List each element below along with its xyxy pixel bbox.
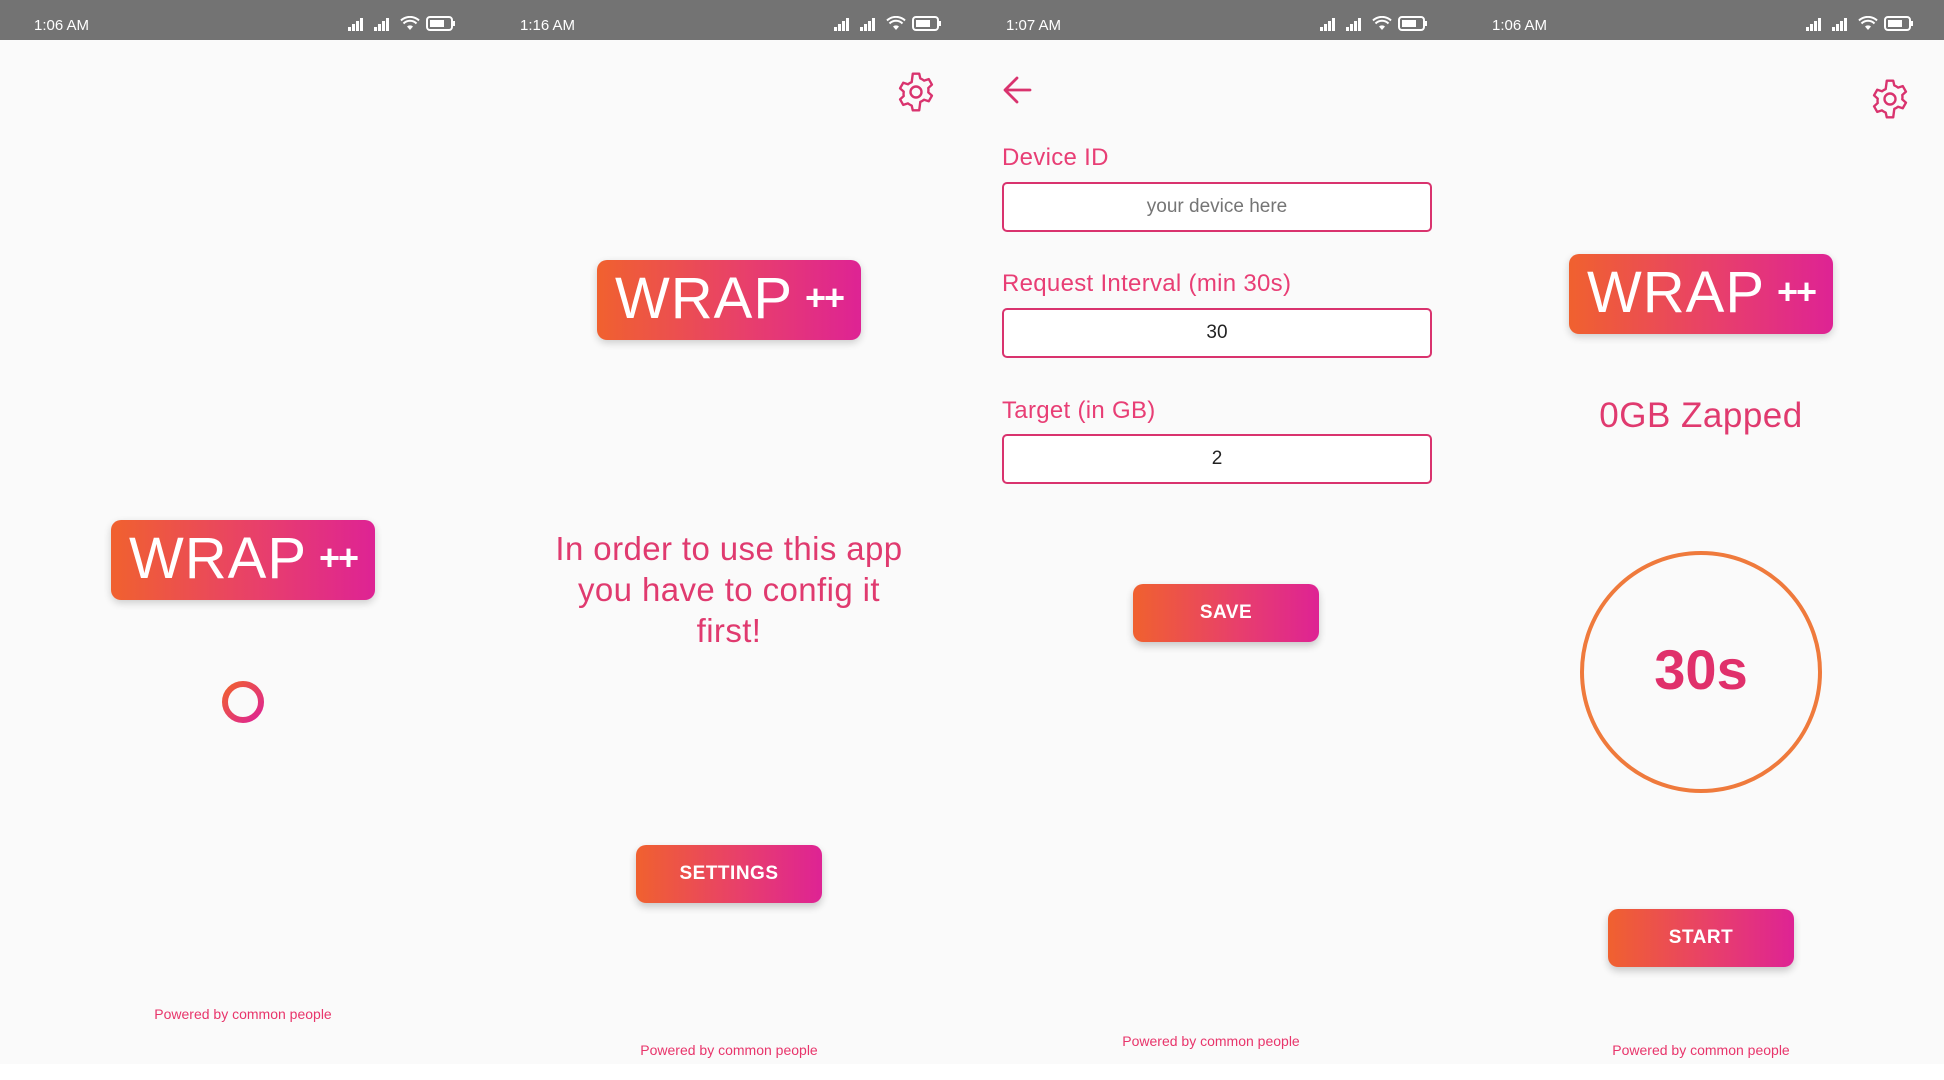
status-bar: 1:06 AM (0, 0, 486, 40)
bottom-band (0, 1064, 1944, 1080)
battery-icon (1884, 16, 1913, 31)
footer-credit: Powered by common people (1122, 1033, 1300, 1049)
logo-text: WRAP (615, 266, 793, 331)
loading-spinner (222, 681, 264, 723)
signal-icon (348, 17, 363, 31)
request-interval-label: Request Interval (min 30s) (1002, 270, 1292, 297)
signal-icon (834, 17, 849, 31)
screen-settings: 1:07 AM Device ID Request Interval (min … (972, 0, 1458, 1064)
logo-text: WRAP (1587, 260, 1765, 325)
countdown-timer: 30s (1654, 638, 1748, 701)
logo-text: WRAP (129, 526, 307, 591)
app-logo: WRAP ++ (111, 520, 375, 600)
battery-icon (912, 16, 941, 31)
wifi-icon (1858, 16, 1878, 30)
status-time: 1:16 AM (520, 17, 576, 34)
logo-plus: ++ (318, 537, 359, 578)
target-gb-label: Target (in GB) (1002, 397, 1156, 424)
request-interval-input[interactable] (1002, 308, 1432, 358)
footer-credit: Powered by common people (1612, 1042, 1790, 1058)
signal-icon (1320, 17, 1335, 31)
start-button[interactable]: START (1608, 909, 1794, 967)
app-logo: WRAP ++ (1569, 254, 1833, 334)
signal-icon (1832, 17, 1847, 31)
status-bar: 1:16 AM (486, 0, 972, 40)
status-bar: 1:07 AM (972, 0, 1458, 40)
battery-icon (1398, 16, 1427, 31)
battery-icon (426, 16, 455, 31)
screen-unconfigured: 1:16 AM WRAP ++ In order to use this app… (486, 0, 972, 1064)
signal-icon (374, 17, 389, 31)
device-id-input[interactable] (1002, 182, 1432, 232)
back-arrow-icon[interactable] (1000, 72, 1036, 108)
wifi-icon (886, 16, 906, 30)
status-time: 1:07 AM (1006, 17, 1062, 34)
logo-plus: ++ (804, 277, 845, 318)
wifi-icon (1372, 16, 1392, 30)
gear-icon[interactable] (1868, 77, 1912, 121)
screen-main: 1:06 AM WRAP ++ 0GB Zapped 30s START Pow… (1458, 0, 1944, 1064)
wifi-icon (400, 16, 420, 30)
footer-credit: Powered by common people (640, 1042, 818, 1058)
config-required-message: In order to use this app you have to con… (555, 530, 903, 649)
status-time: 1:06 AM (34, 17, 90, 34)
screen-splash: 1:06 AM WRAP ++ Powered by common people (0, 0, 486, 1064)
logo-plus: ++ (1776, 271, 1817, 312)
save-button[interactable]: SAVE (1133, 584, 1319, 642)
device-id-label: Device ID (1002, 144, 1109, 171)
status-time: 1:06 AM (1492, 17, 1548, 34)
zapped-counter: 0GB Zapped (1599, 396, 1803, 435)
signal-icon (1346, 17, 1361, 31)
gear-icon[interactable] (894, 70, 938, 114)
footer-credit: Powered by common people (154, 1006, 332, 1022)
status-bar: 1:06 AM (1458, 0, 1944, 40)
settings-button[interactable]: SETTINGS (636, 845, 822, 903)
signal-icon (1806, 17, 1821, 31)
target-gb-input[interactable] (1002, 434, 1432, 484)
signal-icon (860, 17, 875, 31)
app-logo: WRAP ++ (597, 260, 861, 340)
